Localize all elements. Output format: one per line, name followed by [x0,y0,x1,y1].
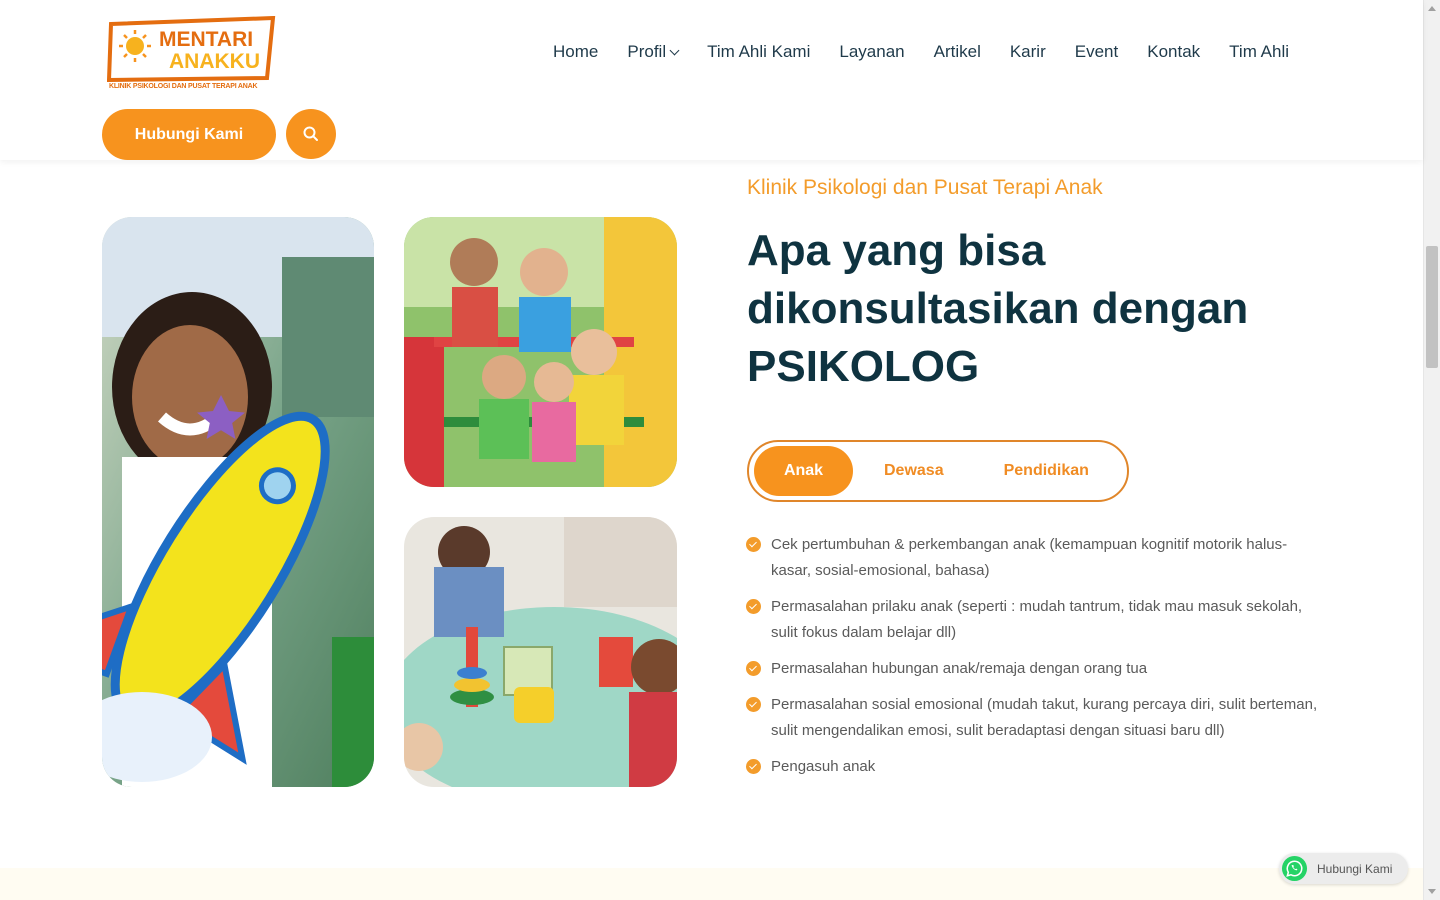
list-item: Cek pertumbuhan & perkembangan anak (kem… [746,532,1326,584]
tab-pendidikan[interactable]: Pendidikan [1004,462,1089,480]
photo-kids-playground [404,217,677,487]
main-nav: Home Profil Tim Ahli Kami Layanan Artike… [553,42,1289,62]
logo-graphic: MENTARI ANAKKU [106,15,276,83]
girl-rocket-image [102,217,374,787]
nav-karir[interactable]: Karir [1010,42,1046,62]
nav-kontak[interactable]: Kontak [1147,42,1200,62]
scrollbar-thumb[interactable] [1426,246,1438,368]
nav-event-label: Event [1074,42,1119,61]
nav-home[interactable]: Home [553,42,598,62]
svg-text:ANAKKU: ANAKKU [169,50,260,73]
list-item: Pengasuh anak [746,754,1326,780]
logo-caption: KLINIK PSIKOLOGI DAN PUSAT TERAPI ANAK [109,83,258,90]
nav-profil-label: Profil [627,42,667,61]
photo-girl-with-rocket [102,217,374,787]
list-item-text: Pengasuh anak [771,758,876,775]
nav-karir-label: Karir [1009,42,1046,61]
svg-text:MENTARI: MENTARI [159,28,253,51]
list-item: Permasalahan prilaku anak (seperti : mud… [746,594,1326,646]
scroll-up-arrow-icon[interactable] [1428,6,1436,11]
site-header: MENTARI ANAKKU KLINIK PSIKOLOGI DAN PUSA… [0,0,1423,160]
search-button[interactable] [286,109,336,159]
nav-kontak-label: Kontak [1147,42,1201,61]
check-circle-icon [746,697,761,712]
photo-kids-classroom [404,517,677,787]
nav-tim-ahli[interactable]: Tim Ahli [1229,42,1289,62]
list-item: Permasalahan hubungan anak/remaja dengan… [746,656,1326,682]
search-icon [303,126,318,141]
check-circle-icon [746,599,761,614]
whatsapp-contact-button[interactable]: Hubungi Kami [1279,853,1408,884]
nav-home-label: Home [553,42,599,61]
list-item-text: Permasalahan prilaku anak (seperti : mud… [771,598,1303,641]
nav-tim-ahli-kami-label: Tim Ahli Kami [707,42,811,61]
check-circle-icon [746,759,761,774]
nav-tim-ahli-kami[interactable]: Tim Ahli Kami [707,42,810,62]
check-circle-icon [746,537,761,552]
contact-button[interactable]: Hubungi Kami [102,109,276,160]
section-headline: Apa yang bisa dikonsultasikan dengan PSI… [747,226,1249,391]
nav-layanan[interactable]: Layanan [839,42,904,62]
nav-layanan-label: Layanan [839,42,905,61]
chevron-down-icon [669,45,680,55]
list-item: Permasalahan sosial emosional (mudah tak… [746,692,1326,744]
list-item-text: Cek pertumbuhan & perkembangan anak (kem… [771,536,1288,579]
next-section-edge [0,868,1423,900]
nav-profil[interactable]: Profil [627,42,680,62]
tab-dewasa[interactable]: Dewasa [884,462,944,480]
category-tabs: Anak Dewasa Pendidikan [747,440,1129,502]
check-circle-icon [746,661,761,676]
kids-playground-image [404,217,677,487]
scroll-down-arrow-icon[interactable] [1428,889,1436,894]
page-scrollbar[interactable] [1423,0,1440,900]
nav-event[interactable]: Event [1075,42,1118,62]
list-item-text: Permasalahan hubungan anak/remaja dengan… [771,660,1148,677]
kids-classroom-image [404,517,677,787]
section-kicker: Klinik Psikologi dan Pusat Terapi Anak [747,176,1103,199]
consultation-topics-list: Cek pertumbuhan & perkembangan anak (kem… [746,532,1326,790]
nav-tim-ahli-label: Tim Ahli [1229,42,1289,61]
tab-anak[interactable]: Anak [754,446,853,496]
brand-logo[interactable]: MENTARI ANAKKU KLINIK PSIKOLOGI DAN PUSA… [106,15,277,96]
nav-artikel-label: Artikel [933,42,981,61]
whatsapp-label: Hubungi Kami [1317,861,1393,876]
nav-artikel[interactable]: Artikel [934,42,981,62]
whatsapp-icon [1281,855,1308,882]
list-item-text: Permasalahan sosial emosional (mudah tak… [771,696,1318,739]
